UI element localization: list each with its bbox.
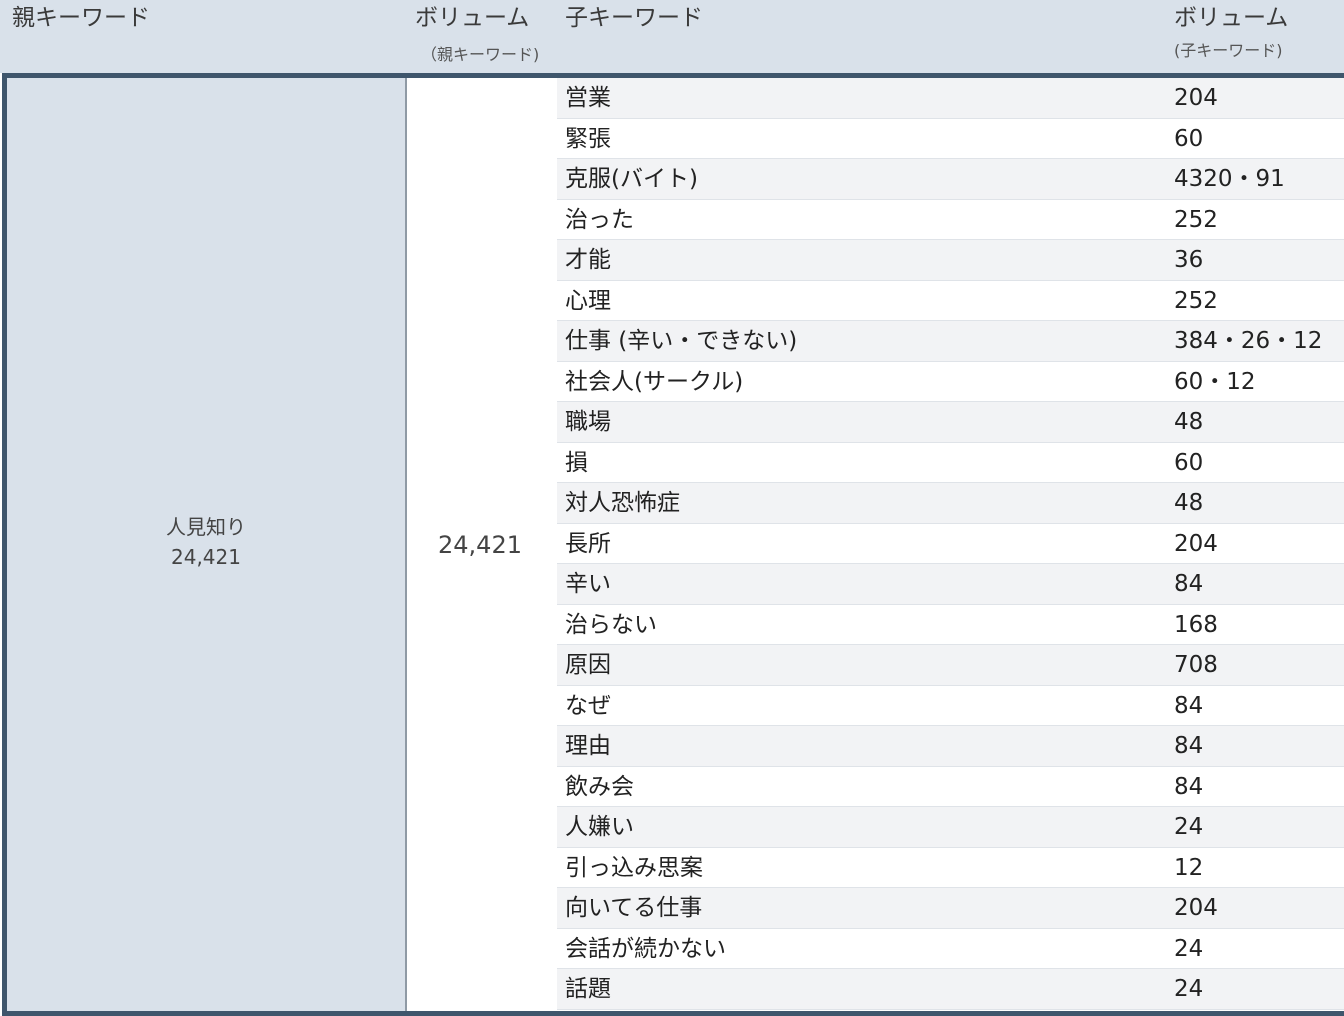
table-header: 親キーワード ボリューム （親キーワード) 子キーワード ボリューム (子キーワ… — [0, 0, 1344, 73]
header-child-keyword-label: 子キーワード — [565, 5, 703, 31]
header-volume-child-label: ボリューム — [1174, 5, 1289, 31]
header-volume-parent-sublabel: （親キーワード) — [421, 45, 540, 64]
header-parent-keyword-label: 親キーワード — [12, 5, 150, 31]
header-volume-parent: ボリューム （親キーワード) — [405, 0, 557, 73]
header-child-keyword: 子キーワード — [557, 0, 1167, 73]
header-volume-child-sublabel: (子キーワード) — [1174, 41, 1283, 60]
table-frame — [2, 73, 1344, 1016]
header-volume-parent-label: ボリューム — [415, 5, 530, 31]
header-parent-keyword: 親キーワード — [0, 0, 405, 73]
header-volume-child: ボリューム (子キーワード) — [1167, 0, 1344, 73]
